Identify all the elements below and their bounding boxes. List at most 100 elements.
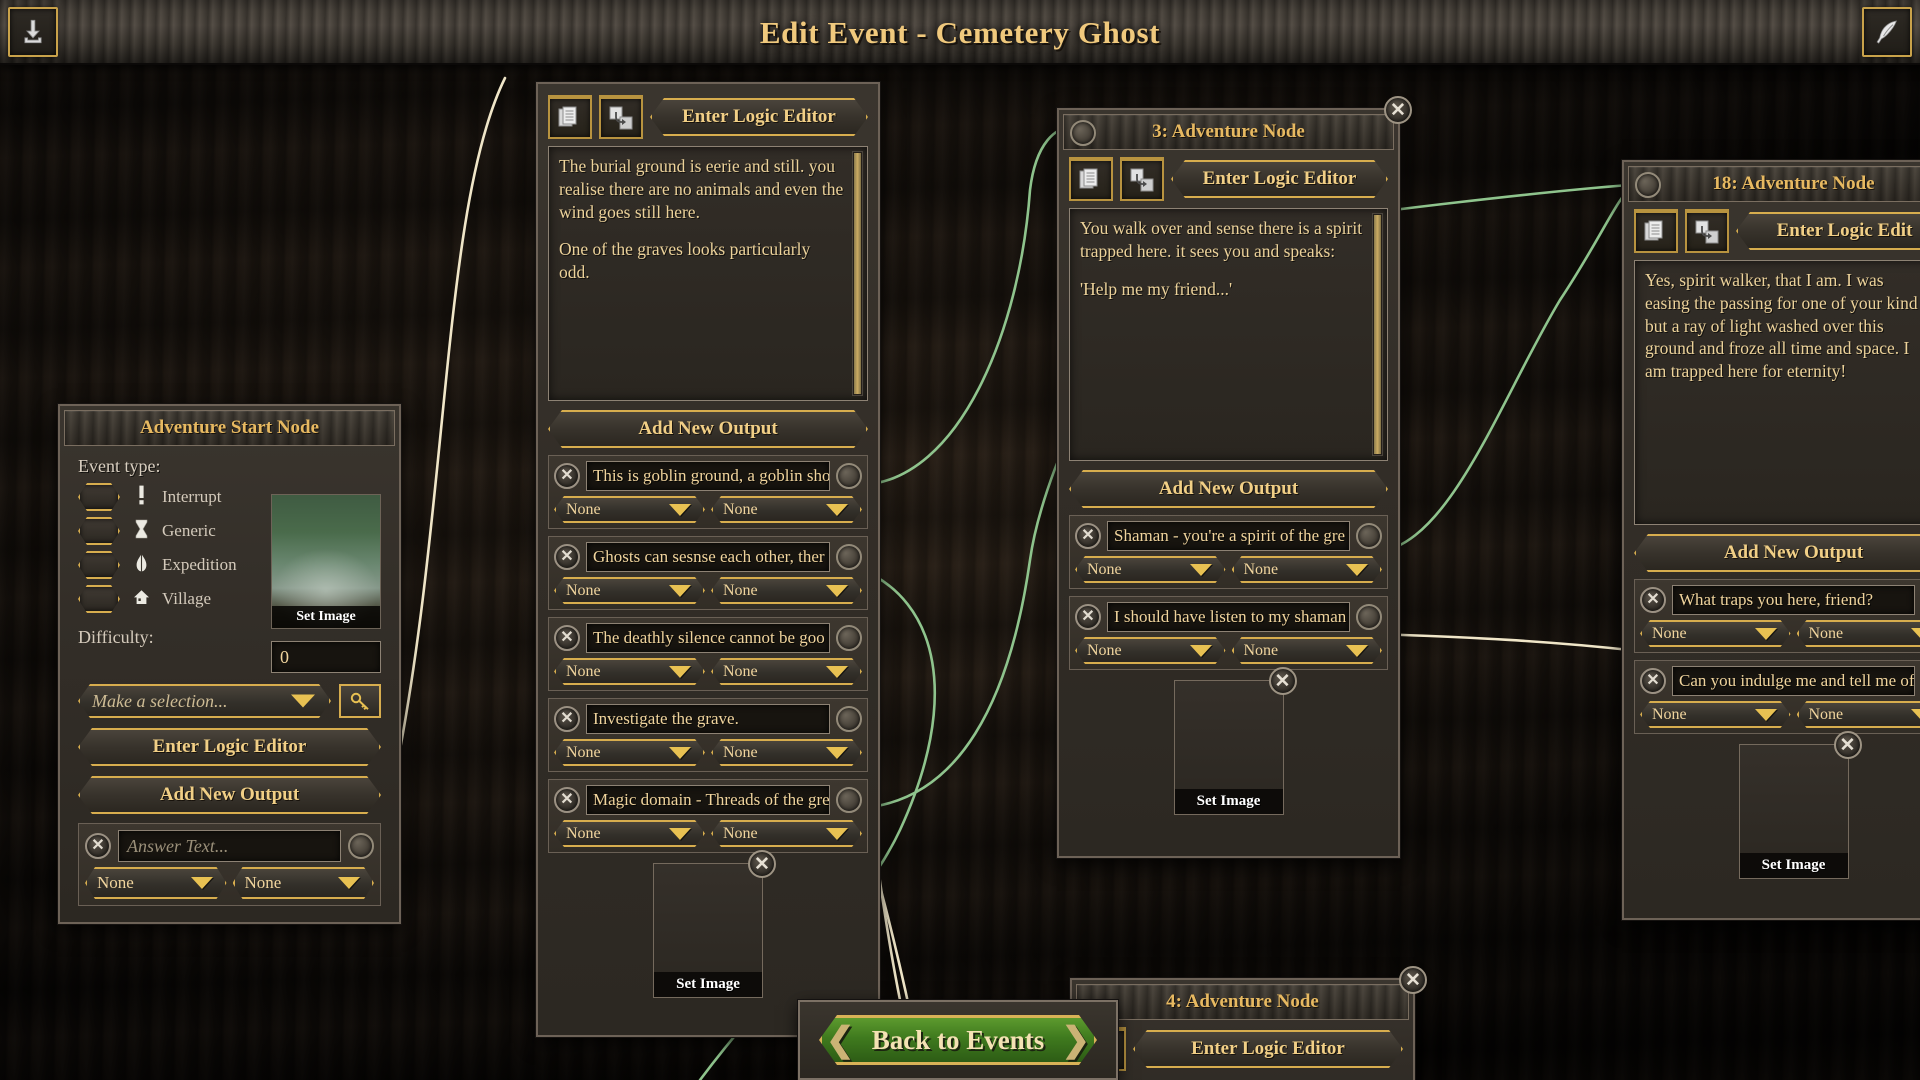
checkbox-village[interactable] [78,585,120,613]
selection-dropdown[interactable]: Make a selection... [78,684,331,718]
output-connector-knob[interactable] [1356,604,1382,630]
output-row[interactable]: ✕ Investigate the grave. None None [548,698,868,772]
adventure-start-node[interactable]: Adventure Start Node Event type: Interru… [58,404,401,924]
remove-output-icon[interactable]: ✕ [554,706,580,732]
output-text-input[interactable]: Investigate the grave. [586,704,830,734]
output-text-input[interactable]: Can you indulge me and tell me of [1672,666,1915,696]
output-connector-knob[interactable] [836,625,862,651]
remove-output-icon[interactable]: ✕ [85,833,111,859]
adventure-node-1[interactable]: Enter Logic Editor The burial ground is … [536,82,880,1037]
output-dropdown-left[interactable]: None [1640,701,1791,728]
output-dropdown-right[interactable]: None [1797,620,1920,647]
node-1-image-slot[interactable]: ✕ Set Image [653,850,776,998]
answer-dropdown-left[interactable]: None [85,867,227,899]
remove-output-icon[interactable]: ✕ [554,544,580,570]
answer-text-input[interactable]: Answer Text... [118,830,341,862]
node-3-body-text[interactable]: You walk over and sense there is a spiri… [1069,208,1388,461]
node-3-add-new-output-button[interactable]: Add New Output [1069,470,1388,508]
start-add-new-output-button[interactable]: Add New Output [78,776,381,814]
start-enter-logic-editor-button[interactable]: Enter Logic Editor [78,728,381,766]
adventure-node-4[interactable]: ✕ 4: Adventure Node Enter Logic Editor [1070,966,1427,1080]
copy-pages-icon[interactable] [1634,209,1678,253]
remove-output-icon[interactable]: ✕ [1640,668,1666,694]
adventure-node-3[interactable]: ✕ 3: Adventure Node Enter Logic Editor Y… [1057,96,1412,858]
output-dropdown-left[interactable]: None [1640,620,1791,647]
link-node-icon[interactable] [599,95,643,139]
output-connector-knob[interactable] [348,833,374,859]
output-dropdown-left[interactable]: None [1075,637,1226,664]
difficulty-input[interactable]: 0 [271,641,381,673]
output-row[interactable]: ✕ Ghosts can sesnse each other, ther Non… [548,536,868,610]
close-icon[interactable]: ✕ [1384,96,1412,124]
remove-output-icon[interactable]: ✕ [554,625,580,651]
output-dropdown-right[interactable]: None [711,496,862,523]
output-connector-knob[interactable] [836,544,862,570]
output-text-input[interactable]: Shaman - you're a spirit of the gre [1107,521,1350,551]
output-connector-knob[interactable] [836,463,862,489]
output-text-input[interactable]: The deathly silence cannot be goo [586,623,830,653]
node-3-image-slot[interactable]: ✕ Set Image [1173,667,1297,815]
output-connector-knob[interactable] [836,787,862,813]
output-dropdown-left[interactable]: None [554,820,705,847]
answer-dropdown-right[interactable]: None [233,867,375,899]
output-dropdown-left[interactable]: None [554,658,705,685]
link-node-icon[interactable] [1685,209,1729,253]
output-dropdown-left[interactable]: None [1075,556,1226,583]
start-node-image-slot[interactable]: Set Image [271,494,381,629]
output-connector-knob[interactable] [1356,523,1382,549]
output-text-input[interactable]: This is goblin ground, a goblin sho [586,461,830,491]
checkbox-expedition[interactable] [78,551,120,579]
node-18-add-new-output-button[interactable]: Add New Output [1634,534,1920,572]
output-dropdown-right[interactable]: None [711,658,862,685]
close-icon[interactable]: ✕ [1399,966,1427,994]
output-text-input[interactable]: Magic domain - Threads of the gre [586,785,830,815]
remove-output-icon[interactable]: ✕ [1075,523,1101,549]
output-dropdown-left[interactable]: None [554,496,705,523]
output-row[interactable]: ✕ This is goblin ground, a goblin sho No… [548,455,868,529]
node-1-add-new-output-button[interactable]: Add New Output [548,410,868,448]
output-row[interactable]: ✕ I should have listen to my shaman None… [1069,596,1388,670]
output-dropdown-right[interactable]: None [711,820,862,847]
quill-icon[interactable] [1862,7,1912,57]
node-input-connector-knob[interactable] [1070,120,1096,146]
output-text-input[interactable]: What traps you here, friend? [1672,585,1915,615]
output-row[interactable]: ✕ Magic domain - Threads of the gre None… [548,779,868,853]
output-row[interactable]: ✕ Shaman - you're a spirit of the gre No… [1069,515,1388,589]
output-text-input[interactable]: Ghosts can sesnse each other, ther [586,542,830,572]
remove-output-icon[interactable]: ✕ [554,463,580,489]
back-to-events-button[interactable]: ❮ Back to Events ❯ [819,1015,1097,1065]
node-1-body-text[interactable]: The burial ground is eerie and still. yo… [548,146,868,401]
checkbox-generic[interactable] [78,517,120,545]
output-dropdown-left[interactable]: None [554,577,705,604]
node-1-enter-logic-editor-button[interactable]: Enter Logic Editor [650,98,868,136]
output-dropdown-right[interactable]: None [711,577,862,604]
key-icon[interactable] [339,684,381,718]
link-node-icon[interactable] [1120,157,1164,201]
output-text-input[interactable]: I should have listen to my shaman [1107,602,1350,632]
remove-output-icon[interactable]: ✕ [554,787,580,813]
output-row[interactable]: ✕ Can you indulge me and tell me of None… [1634,660,1920,734]
node-18-body-text[interactable]: Yes, spirit walker, that I am. I was eas… [1634,260,1920,525]
remove-output-icon[interactable]: ✕ [1075,604,1101,630]
output-row[interactable]: ✕ What traps you here, friend? None None [1634,579,1920,653]
copy-pages-icon[interactable] [1069,157,1113,201]
node-3-enter-logic-editor-button[interactable]: Enter Logic Editor [1171,160,1388,198]
close-icon[interactable]: ✕ [1833,731,1862,759]
close-icon[interactable]: ✕ [748,850,776,878]
start-node-thumbnail[interactable]: Set Image [271,494,381,629]
node-3-scrollbar[interactable] [1372,213,1383,456]
node-4-enter-logic-editor-button[interactable]: Enter Logic Editor [1133,1030,1403,1068]
checkbox-interrupt[interactable] [78,483,120,511]
output-dropdown-right[interactable]: None [1232,637,1383,664]
output-row[interactable]: ✕ The deathly silence cannot be goo None… [548,617,868,691]
output-dropdown-right[interactable]: None [1232,556,1383,583]
copy-pages-icon[interactable] [548,95,592,139]
remove-output-icon[interactable]: ✕ [1640,587,1666,613]
close-icon[interactable]: ✕ [1268,667,1297,695]
node-input-connector-knob[interactable] [1635,172,1661,198]
output-dropdown-left[interactable]: None [554,739,705,766]
node-1-scrollbar[interactable] [852,151,863,396]
node-18-enter-logic-editor-button[interactable]: Enter Logic Edit [1736,212,1920,250]
output-dropdown-right[interactable]: None [711,739,862,766]
adventure-node-18[interactable]: 18: Adventure Node Enter Logic Edit Yes,… [1622,160,1920,920]
